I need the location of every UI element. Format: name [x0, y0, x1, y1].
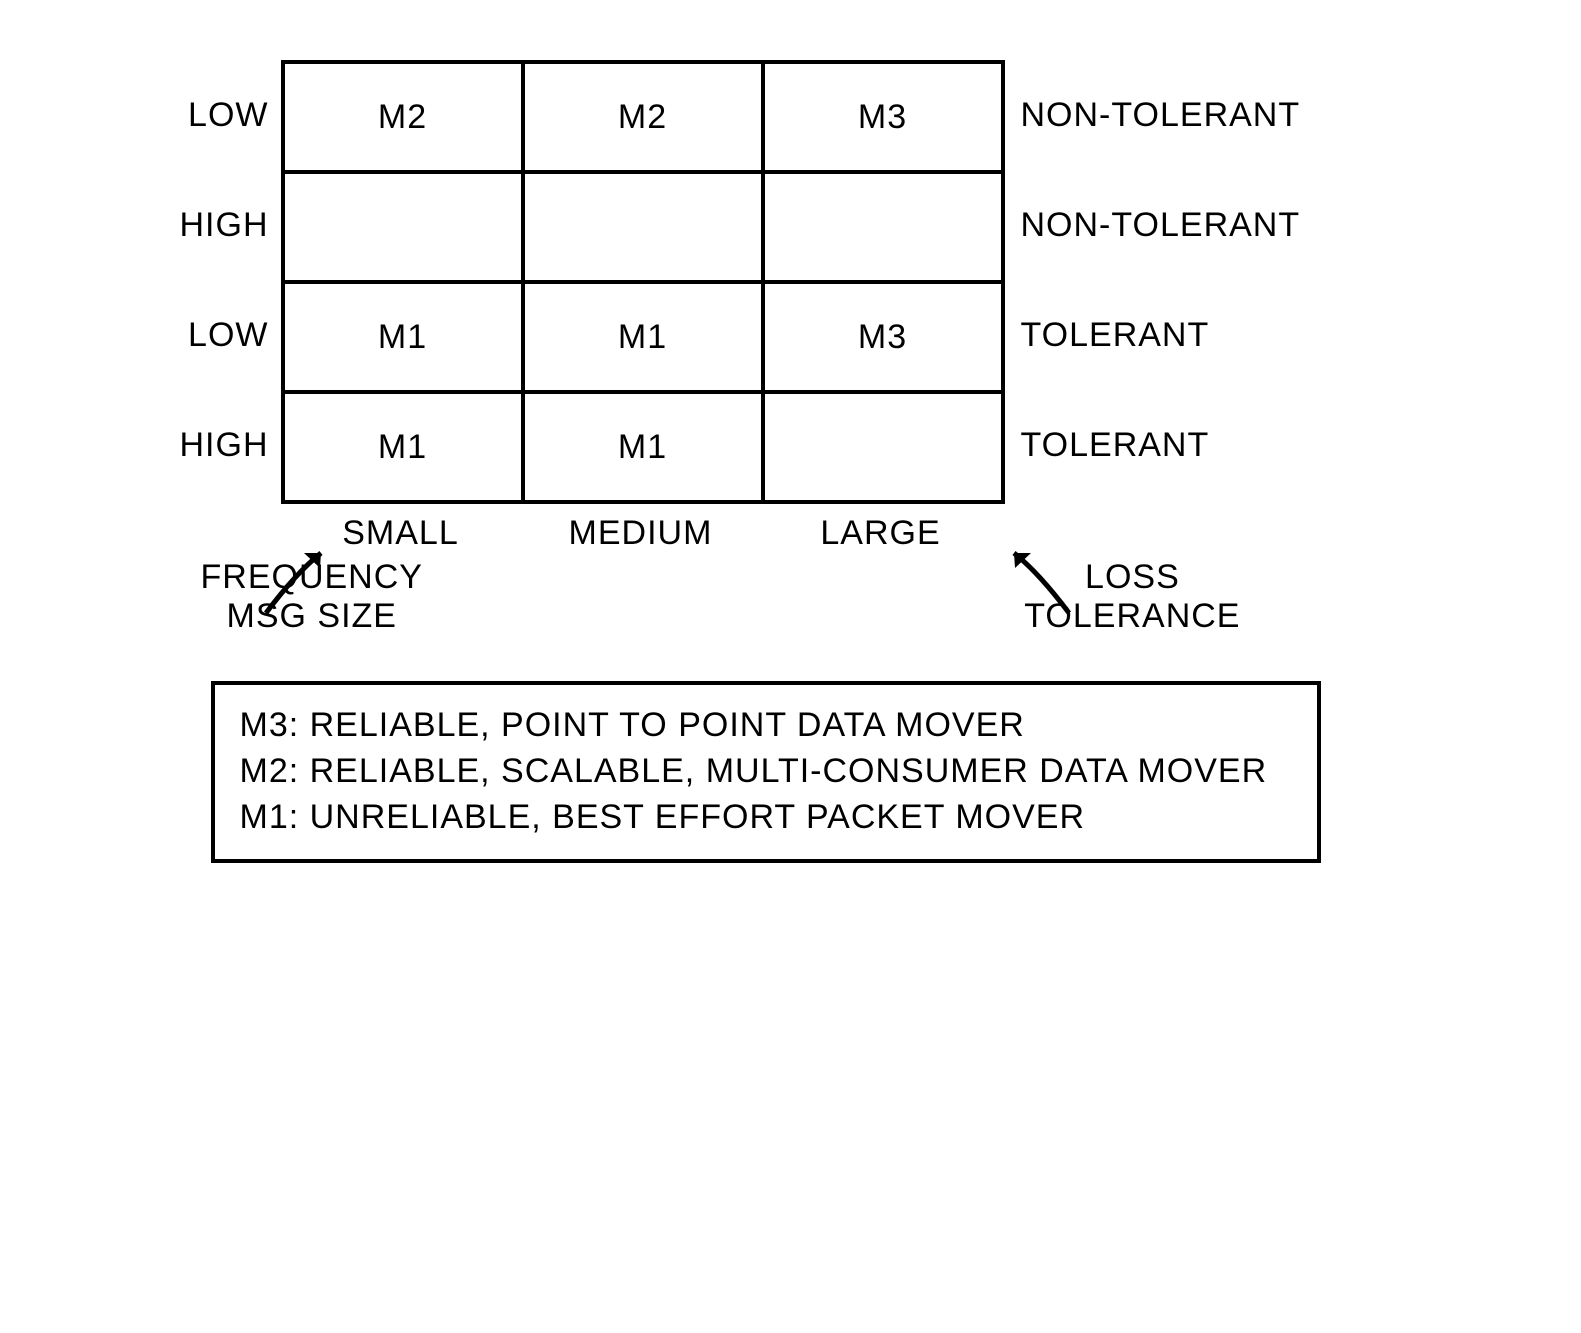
right-row-labels: NON-TOLERANT NON-TOLERANT TOLERANT TOLER…: [1005, 60, 1301, 500]
arrow-left-icon: [246, 548, 336, 628]
row-label-left-2: LOW: [141, 280, 269, 390]
cell-0-1: M2: [523, 62, 763, 172]
row-label-left-0: LOW: [141, 60, 269, 170]
cell-1-0: [283, 172, 523, 282]
mover-matrix-table: M2 M2 M3 M1 M1 M3 M1 M1: [281, 60, 1005, 504]
table-row: M1 M1: [283, 392, 1003, 502]
col-header-0: SMALL: [281, 504, 521, 553]
table-row: M2 M2 M3: [283, 62, 1003, 172]
diagram-container: LOW HIGH LOW HIGH M2 M2 M3 M1 M1 M3 M1: [141, 60, 1441, 863]
table-row: [283, 172, 1003, 282]
cell-3-2: [763, 392, 1003, 502]
col-header-1: MEDIUM: [521, 504, 761, 553]
cell-0-2: M3: [763, 62, 1003, 172]
arrow-right-icon: [999, 548, 1089, 628]
cell-1-1: [523, 172, 763, 282]
cell-0-0: M2: [283, 62, 523, 172]
legend-line-m3: M3: RELIABLE, POINT TO POINT DATA MOVER: [240, 703, 1292, 749]
cell-2-2: M3: [763, 282, 1003, 392]
left-row-labels: LOW HIGH LOW HIGH: [141, 60, 281, 500]
row-label-right-2: TOLERANT: [1021, 280, 1301, 390]
legend-line-m1: M1: UNRELIABLE, BEST EFFORT PACKET MOVER: [240, 795, 1292, 841]
row-label-right-0: NON-TOLERANT: [1021, 60, 1301, 170]
legend-line-m2: M2: RELIABLE, SCALABLE, MULTI-CONSUMER D…: [240, 749, 1292, 795]
legend-box: M3: RELIABLE, POINT TO POINT DATA MOVER …: [211, 681, 1321, 863]
row-label-right-1: NON-TOLERANT: [1021, 170, 1301, 280]
cell-3-0: M1: [283, 392, 523, 502]
cell-1-2: [763, 172, 1003, 282]
row-label-left-3: HIGH: [141, 390, 269, 500]
row-label-right-3: TOLERANT: [1021, 390, 1301, 500]
col-header-2: LARGE: [761, 504, 1001, 553]
grid-area: LOW HIGH LOW HIGH M2 M2 M3 M1 M1 M3 M1: [141, 60, 1441, 504]
cell-2-0: M1: [283, 282, 523, 392]
row-label-left-1: HIGH: [141, 170, 269, 280]
table-row: M1 M1 M3: [283, 282, 1003, 392]
cell-3-1: M1: [523, 392, 763, 502]
cell-2-1: M1: [523, 282, 763, 392]
column-headers: SMALL MEDIUM LARGE: [281, 504, 1441, 553]
